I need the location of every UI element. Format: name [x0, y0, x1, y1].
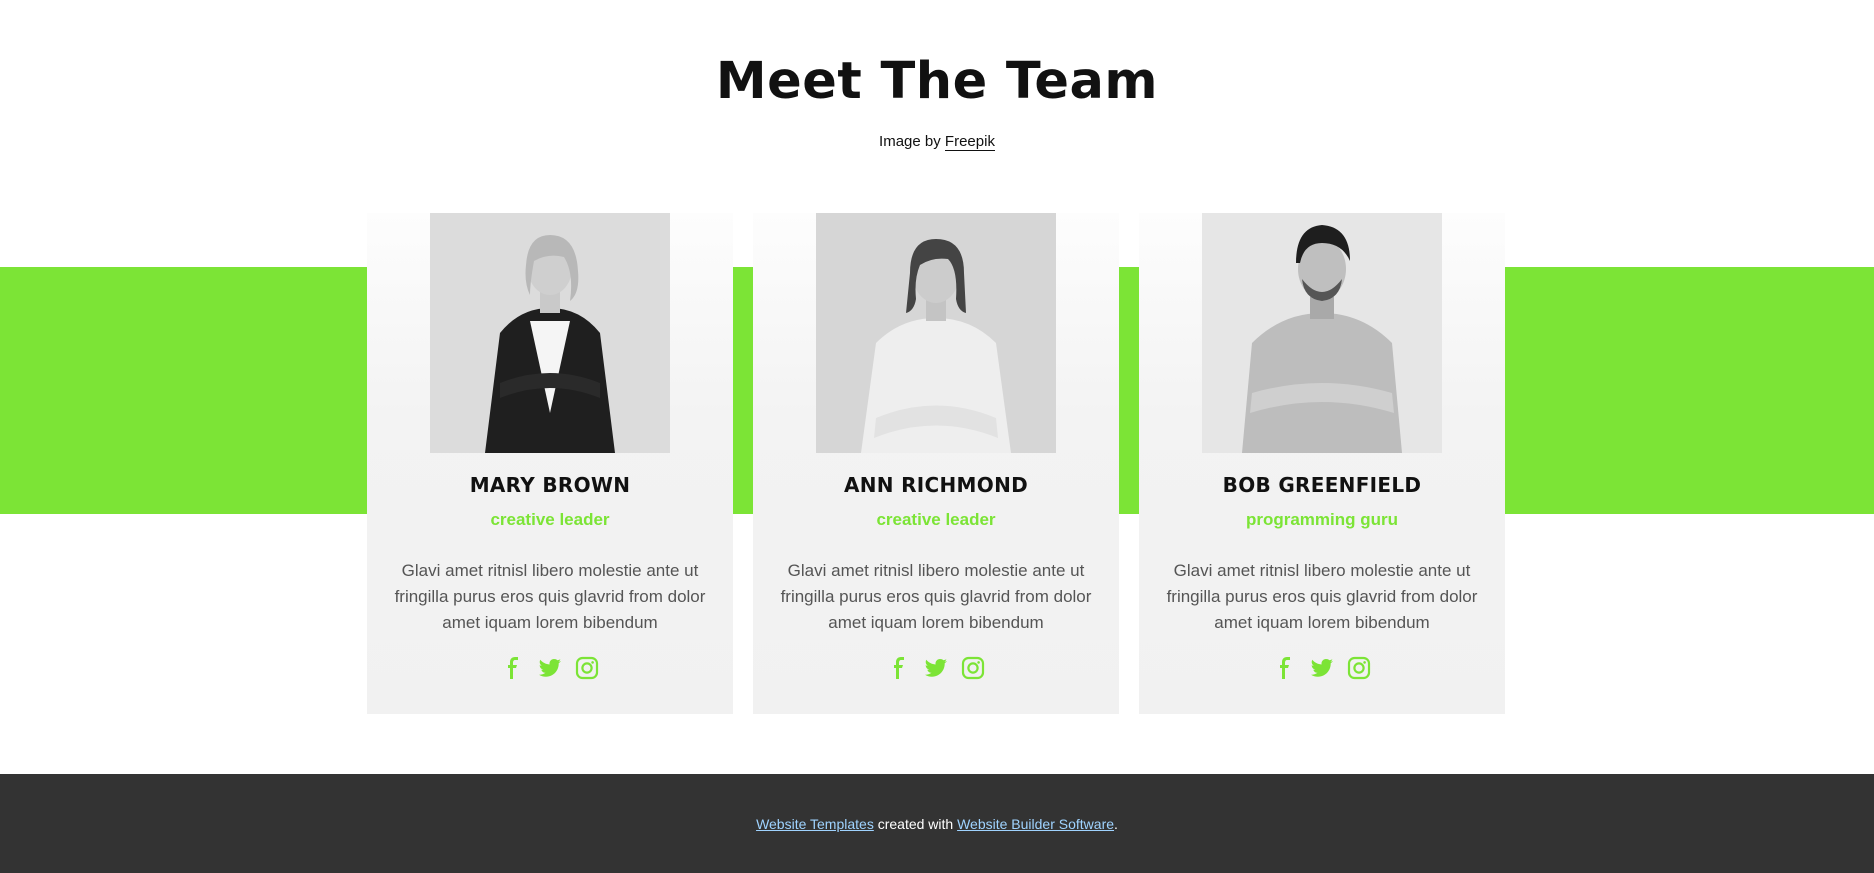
social-links	[367, 656, 733, 680]
twitter-icon[interactable]	[538, 656, 562, 680]
member-name: ANN RICHMOND	[843, 473, 1029, 497]
website-builder-link[interactable]: Website Builder Software	[957, 816, 1114, 832]
member-role: creative leader	[876, 510, 996, 529]
freepik-link[interactable]: Freepik	[944, 133, 995, 151]
website-templates-link[interactable]: Website Templates	[756, 816, 874, 832]
member-name: MARY BROWN	[469, 473, 631, 497]
member-bio: Glavi amet ritnisl libero molestie ante …	[780, 561, 1092, 632]
team-card: BOB GREENFIELD programming guru Glavi am…	[1139, 213, 1505, 714]
team-page: Meet The Team Image by Freepik MARY BROW…	[0, 0, 1874, 873]
team-card: ANN RICHMOND creative leader Glavi amet …	[753, 213, 1119, 714]
social-links	[1139, 656, 1505, 680]
instagram-icon[interactable]	[575, 656, 599, 680]
member-photo	[816, 213, 1056, 453]
twitter-icon[interactable]	[1310, 656, 1334, 680]
facebook-icon[interactable]	[1273, 656, 1297, 680]
member-role: creative leader	[490, 510, 610, 529]
twitter-icon[interactable]	[924, 656, 948, 680]
team-card: MARY BROWN creative leader Glavi amet ri…	[367, 213, 733, 714]
section-title: Meet The Team	[715, 52, 1159, 111]
team-cards: MARY BROWN creative leader Glavi amet ri…	[367, 213, 1505, 714]
member-photo	[1202, 213, 1442, 453]
member-bio: Glavi amet ritnisl libero molestie ante …	[1166, 561, 1478, 632]
social-links	[753, 656, 1119, 680]
facebook-icon[interactable]	[887, 656, 911, 680]
member-name: BOB GREENFIELD	[1222, 473, 1422, 497]
footer-period: .	[1114, 816, 1118, 832]
footer: Website Templates created with Website B…	[0, 774, 1874, 873]
member-photo	[430, 213, 670, 453]
footer-text: created with	[873, 816, 958, 832]
member-bio: Glavi amet ritnisl libero molestie ante …	[394, 561, 706, 632]
instagram-icon[interactable]	[961, 656, 985, 680]
member-role: programming guru	[1245, 510, 1399, 529]
instagram-icon[interactable]	[1347, 656, 1371, 680]
facebook-icon[interactable]	[501, 656, 525, 680]
credit-prefix: Image by	[879, 133, 941, 150]
image-credit: Image by Freepik	[0, 133, 1874, 151]
